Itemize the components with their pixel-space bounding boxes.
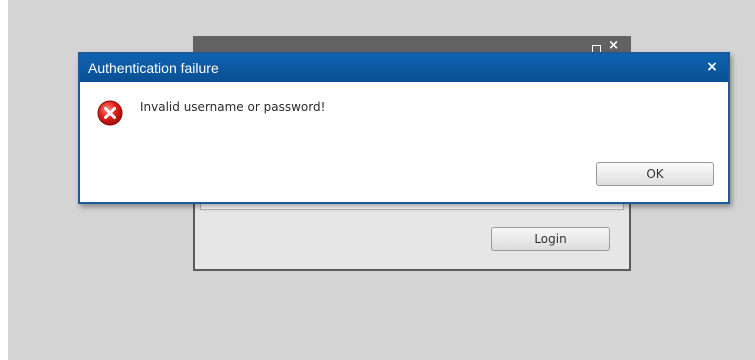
dialog-titlebar: Authentication failure × [80, 54, 728, 82]
error-message: Invalid username or password! [140, 100, 326, 114]
error-icon [97, 100, 123, 126]
login-button[interactable]: Login [491, 227, 610, 251]
authentication-failure-dialog: Authentication failure × Invalid usernam… [78, 52, 730, 204]
dialog-title: Authentication failure [88, 60, 219, 76]
dialog-close-icon[interactable]: × [704, 58, 720, 76]
close-icon[interactable]: × [608, 39, 619, 52]
ok-button[interactable]: OK [596, 162, 714, 186]
